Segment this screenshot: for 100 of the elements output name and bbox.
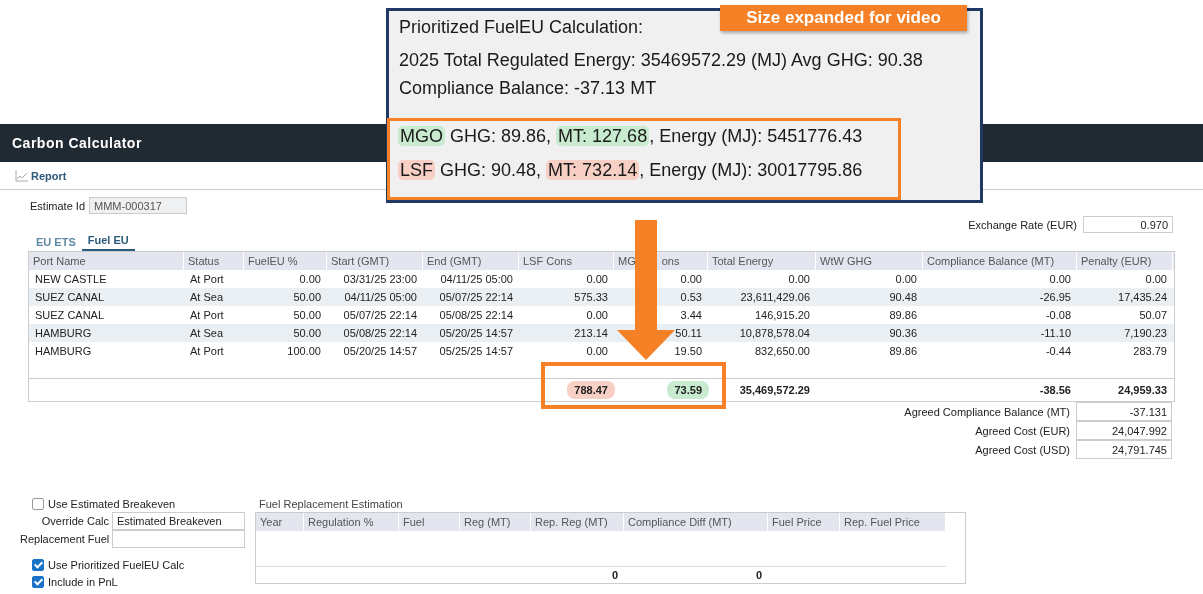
table-cell-text: At Port [189, 272, 225, 287]
table-cell-text: 05/07/25 22:14 [342, 308, 418, 323]
table-cell-text: 0.00 [298, 272, 322, 287]
total-value: 24,959.33 [1118, 384, 1167, 396]
table-cell-text: 05/25/25 14:57 [438, 344, 514, 359]
total-value: 73.59 [667, 381, 709, 399]
table-cell-text: At Port [189, 344, 225, 359]
column-header: Year [256, 513, 304, 531]
column-header: Compliance Diff (MT) [624, 513, 768, 531]
total-value: 788.47 [567, 381, 615, 399]
table-cell-text: 05/07/25 22:14 [438, 290, 514, 305]
table-cell-text: 23,611,429.06 [739, 290, 811, 305]
total-value: 35,469,572.29 [739, 384, 810, 396]
table-cell-text: SUEZ CANAL [34, 308, 106, 323]
table-cell-text: 05/08/25 22:14 [342, 326, 418, 341]
table-cell-text: 0.00 [585, 272, 609, 287]
column-header: Compliance Balance (MT) [923, 252, 1077, 270]
value-field: 24,791.745 [1076, 440, 1172, 459]
table-cell-text: 19.50 [673, 344, 703, 359]
fuel-summary-line: MGO GHG: 89.86, MT: 127.68, Energy (MJ): 5451776.43 [398, 126, 864, 147]
exchange-rate-field[interactable]: 0.970 [1083, 216, 1173, 233]
table-cell-text: At Sea [189, 326, 225, 341]
tab[interactable]: EU ETS [30, 236, 82, 251]
table-cell-text: 50.11 [674, 326, 703, 341]
annotation-label: Size expanded for video [720, 5, 967, 31]
table-cell-text: 0.00 [894, 272, 918, 287]
table-cell-text: 04/11/25 05:00 [439, 272, 514, 287]
table-cell-text: 575.33 [573, 290, 609, 305]
table-cell-text: 05/20/25 14:57 [342, 344, 418, 359]
table-cell-text: 0.00 [1144, 272, 1168, 287]
table-cell-text: 50.00 [292, 290, 322, 305]
fuel-summary-line: LSF GHG: 90.48, MT: 732.14, Energy (MJ): 30017795.86 [398, 160, 864, 181]
callout-heading: Prioritized FuelEU Calculation: [399, 17, 644, 38]
table-cell-text: 146,915.20 [753, 308, 811, 323]
table-cell-text: 0.00 [585, 344, 609, 359]
table-cell-text: -0.08 [1044, 308, 1072, 323]
table-cell-text: 832,650.00 [753, 344, 811, 359]
column-header: LSF Cons [519, 252, 614, 270]
column-header: End (GMT) [423, 252, 519, 270]
checkbox[interactable] [32, 575, 44, 588]
checkbox-label: Use Estimated Breakeven [48, 497, 176, 510]
table-cell-text: 0.00 [585, 308, 609, 323]
table-cell-text: 05/20/25 14:57 [438, 326, 514, 341]
table-cell-text: -26.95 [1038, 290, 1072, 305]
column-header: Status [184, 252, 244, 270]
field-label: Replacement Fuel [20, 533, 109, 545]
estimate-id-field[interactable]: MMM-000317 [89, 197, 188, 214]
field-label: Override Calc [40, 515, 109, 527]
table-cell-text: 90.36 [888, 326, 918, 341]
table-cell-text: 05/08/25 22:14 [438, 308, 514, 323]
table-cell-text: 50.00 [292, 326, 322, 341]
report-button[interactable]: Report [15, 169, 67, 182]
table-cell-text: 89.86 [888, 344, 918, 359]
table-cell-text: 0.00 [679, 272, 703, 287]
table-cell-text: 283.79 [1132, 344, 1168, 359]
table-cell-text: -11.10 [1039, 326, 1072, 341]
field-label: Exchange Rate (EUR) [968, 218, 1077, 231]
table-cell-text: 213.14 [573, 326, 609, 341]
column-header: Port Name [29, 252, 184, 270]
value-field: -37.131 [1076, 402, 1172, 421]
table-cell-text: 03/31/25 23:00 [342, 272, 418, 287]
table-cell-text: 89.86 [888, 308, 918, 323]
column-header: Regulation % [304, 513, 399, 531]
column-header: Fuel Price [768, 513, 840, 531]
column-header: Reg (MT) [460, 513, 531, 531]
replacement-fuel-field[interactable] [112, 530, 245, 548]
column-header: Fuel [399, 513, 460, 531]
total-value: 0 [611, 569, 618, 581]
callout-summary: 2025 Total Regulated Energy: 35469572.29 (MJ) Avg GHG: 90.38 Compliance Balance: -37.13 MT [399, 49, 924, 100]
field-label: Agreed Cost (EUR) [975, 424, 1070, 437]
table-cell-text: HAMBURG [34, 344, 93, 359]
table-cell-text: 90.48 [888, 290, 918, 305]
column-header: Rep. Fuel Price [840, 513, 946, 531]
table-cell-text: At Port [189, 308, 225, 323]
value-field: 24,047.992 [1076, 421, 1172, 440]
table-cell-text: 0.53 [679, 290, 703, 305]
section-title: Fuel Replacement Estimation [259, 497, 403, 510]
table-cell-text: 17,435.24 [1117, 290, 1168, 305]
override-calc-field[interactable]: Estimated Breakeven [112, 512, 245, 530]
table-cell-text: 100.00 [286, 344, 322, 359]
table-cell-text: SUEZ CANAL [34, 290, 106, 305]
table-cell-text: 3.44 [679, 308, 703, 323]
checkbox-label: Use Prioritized FuelEU Calc [48, 558, 185, 571]
column-header: Total Energy [708, 252, 816, 270]
table-cell-text: NEW CASTLE [34, 272, 108, 287]
checkbox[interactable] [32, 558, 44, 571]
column-header: Rep. Reg (MT) [531, 513, 624, 531]
table-cell-text: 50.00 [292, 308, 322, 323]
field-label: Agreed Cost (USD) [975, 443, 1070, 456]
table-cell-text: -0.44 [1044, 344, 1072, 359]
checkbox-label: Include in PnL [48, 575, 118, 588]
table-cell-text: 50.07 [1138, 308, 1168, 323]
table-cell-text: At Sea [189, 290, 225, 305]
table-cell-text: 0.00 [787, 272, 811, 287]
field-label: Estimate Id [30, 199, 86, 212]
checkbox[interactable] [32, 497, 44, 510]
table-cell-text: 7,190.23 [1123, 326, 1168, 341]
total-value: -38.56 [1039, 384, 1071, 396]
table-cell-text: HAMBURG [34, 326, 93, 341]
line-chart-icon [15, 169, 28, 182]
